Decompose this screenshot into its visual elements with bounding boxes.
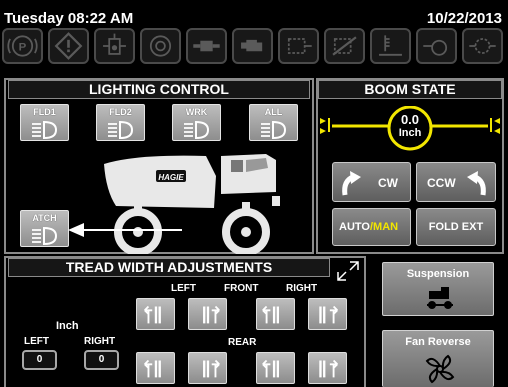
all-label: ALL — [264, 107, 283, 117]
fld1-label: FLD1 — [33, 107, 56, 117]
all-lights-button[interactable]: ALL — [249, 104, 298, 141]
regen-inhibit-icon — [324, 28, 365, 64]
lighting-control-panel: LIGHTING CONTROL FLD1 FLD2 WRK ALL HAGIE… — [4, 78, 314, 254]
rear-left-in-button[interactable] — [188, 352, 227, 384]
exhaust-temp-icon — [370, 28, 411, 64]
tread-left-value: 0 — [22, 350, 57, 370]
front-right-in-button[interactable] — [256, 298, 295, 330]
fld2-label: FLD2 — [109, 107, 132, 117]
headlight-icon — [31, 226, 57, 246]
suspension-label: Suspension — [406, 268, 470, 280]
tread-left-label: LEFT — [24, 336, 49, 347]
tread-unit-label: Inch — [56, 320, 79, 332]
headlight-icon — [260, 120, 286, 140]
rear-right-out-button[interactable] — [308, 352, 347, 384]
oil-pressure-icon — [462, 28, 503, 64]
tread-in-right-icon — [262, 305, 280, 324]
brand-label: HAGIE — [158, 173, 184, 182]
dpf-filter-icon — [278, 28, 319, 64]
front-right-label: RIGHT — [286, 283, 318, 294]
svg-text:P: P — [19, 41, 27, 53]
fld2-light-button[interactable]: FLD2 — [96, 104, 145, 141]
front-left-in-button[interactable] — [188, 298, 227, 330]
tread-in-right-icon — [262, 359, 280, 378]
front-right-out-button[interactable] — [308, 298, 347, 330]
boom-level-unit: Inch — [398, 127, 422, 139]
wrk-label: WRK — [185, 107, 208, 117]
tread-out-left-icon — [144, 305, 161, 324]
engine-fan-icon — [140, 28, 181, 64]
auto-label: AUTO — [339, 221, 370, 233]
front-label: FRONT — [224, 283, 259, 294]
warning-icon-row: P — [2, 28, 506, 68]
fan-icon — [425, 354, 455, 384]
expand-icon[interactable] — [336, 260, 360, 282]
transmission-icon — [186, 28, 227, 64]
atch-light-button[interactable]: ATCH — [20, 210, 69, 247]
tread-in-left-icon — [203, 305, 220, 324]
tread-out-right-icon — [319, 305, 339, 324]
engine-icon — [232, 28, 273, 64]
fold-ext-button[interactable]: FOLD EXT — [416, 208, 496, 246]
rear-left-out-button[interactable] — [136, 352, 175, 384]
ccw-label: CCW — [427, 176, 456, 190]
atch-label: ATCH — [32, 213, 57, 223]
headlight-icon — [31, 120, 57, 140]
date: 10/22/2013 — [426, 10, 502, 27]
suspension-icon — [427, 287, 453, 309]
fold-ext-label: FOLD EXT — [428, 221, 484, 233]
front-left-label: LEFT — [171, 283, 196, 294]
tread-in-left-icon — [203, 359, 220, 378]
hydraulic-pressure-icon — [94, 28, 135, 64]
rear-right-in-button[interactable] — [256, 352, 295, 384]
suspension-button[interactable]: Suspension — [382, 262, 494, 316]
front-left-out-button[interactable] — [136, 298, 175, 330]
tread-right-label: RIGHT — [84, 336, 116, 347]
tread-right-value: 0 — [84, 350, 119, 370]
day-time: Tuesday 08:22 AM — [4, 10, 134, 27]
fan-reverse-label: Fan Reverse — [405, 336, 471, 348]
boom-cw-button[interactable]: CW — [332, 162, 411, 202]
man-label: MAN — [373, 221, 399, 233]
tread-out-left-icon — [144, 359, 161, 378]
boom-state-title: BOOM STATE — [318, 80, 502, 99]
boom-state-panel: BOOM STATE 0.0 Inch CW CCW AUTO/MAN FOLD… — [316, 78, 504, 254]
boom-level-value: 0.0 — [400, 112, 420, 127]
boom-ccw-button[interactable]: CCW — [416, 162, 496, 202]
wrk-light-button[interactable]: WRK — [172, 104, 221, 141]
parking-brake-icon: P — [2, 28, 43, 64]
cw-label: CW — [378, 176, 398, 190]
rotate-cw-icon — [342, 171, 361, 196]
headlight-icon — [107, 120, 133, 140]
lighting-control-title: LIGHTING CONTROL — [8, 80, 310, 99]
headlight-icon — [183, 120, 209, 140]
tread-out-right-icon — [319, 359, 339, 378]
warning-diamond-icon — [48, 28, 89, 64]
tread-width-title: TREAD WIDTH ADJUSTMENTS — [8, 258, 330, 277]
annotation-arrow — [68, 223, 182, 237]
engine-coolant-icon — [416, 28, 457, 64]
rotate-ccw-icon — [467, 171, 486, 196]
fan-reverse-button[interactable]: Fan Reverse — [382, 330, 494, 387]
rear-label: REAR — [228, 337, 257, 348]
fld1-light-button[interactable]: FLD1 — [20, 104, 69, 141]
auto-man-toggle[interactable]: AUTO/MAN — [332, 208, 411, 246]
status-bar: Tuesday 08:22 AM 10/22/2013 — [0, 0, 508, 28]
tread-width-panel: TREAD WIDTH ADJUSTMENTS LEFT FRONT RIGHT… — [4, 256, 366, 387]
